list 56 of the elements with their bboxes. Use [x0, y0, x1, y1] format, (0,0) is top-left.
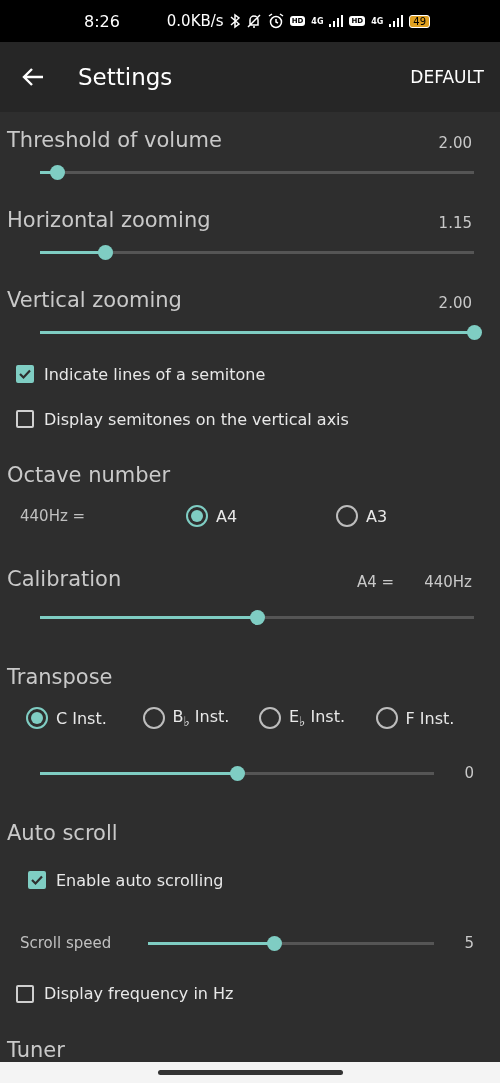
radio-button[interactable]: [336, 505, 358, 528]
radio-group-label: 440Hz =: [20, 507, 87, 526]
section-title: Tuner: [7, 1038, 66, 1062]
slider-thumb[interactable]: [467, 324, 482, 340]
slider-value: 5: [463, 934, 474, 953]
checkbox-label: Indicate lines of a semitone: [44, 364, 266, 384]
page-title: Settings: [78, 64, 174, 90]
section-title: Auto scroll: [7, 821, 119, 846]
slider-thumb[interactable]: [230, 765, 245, 781]
checkbox-label: Display semitones on the vertical axis: [44, 409, 349, 429]
alarm-icon: [267, 13, 284, 29]
slider-thumb[interactable]: [98, 244, 114, 260]
checkbox[interactable]: [16, 984, 34, 1003]
network-speed: 0.0KB/s: [166, 12, 224, 30]
setting-value: 2.00: [438, 294, 472, 312]
slider-thumb[interactable]: [266, 935, 282, 951]
network-type: 4G: [371, 16, 384, 26]
signal-icon: [329, 15, 344, 27]
setting-value: 1.15: [438, 214, 472, 232]
slider-label: Scroll speed: [20, 934, 113, 953]
checkbox[interactable]: [16, 365, 34, 384]
radio-button[interactable]: [26, 707, 48, 730]
radio-button[interactable]: [375, 707, 398, 730]
network-type: 4G: [311, 16, 324, 26]
setting-title: Vertical zooming: [7, 288, 183, 312]
checkbox[interactable]: [16, 410, 34, 428]
calibration-note: A4 =: [357, 573, 395, 592]
section-title: Octave number: [7, 463, 172, 488]
slider-thumb[interactable]: [50, 164, 66, 180]
radio-label: A3: [366, 506, 388, 526]
section-title: Calibration: [7, 567, 123, 592]
setting-title: Threshold of volume: [7, 128, 223, 152]
radio-button[interactable]: [142, 707, 165, 730]
default-button[interactable]: DEFAULT: [406, 63, 488, 91]
radio-label: B$_{♭}$ Inst.: [172, 707, 230, 730]
checkbox[interactable]: [28, 871, 46, 890]
radio-label: F Inst.: [405, 708, 455, 728]
setting-title: Horizontal zooming: [7, 208, 212, 232]
slider-thumb[interactable]: [250, 609, 265, 625]
bell-off-icon: [245, 13, 262, 29]
battery-level: 49: [409, 14, 430, 28]
slider-value: 0: [463, 764, 474, 783]
checkbox-label: Display frequency in Hz: [44, 984, 234, 1004]
bluetooth-icon: [229, 13, 240, 29]
calibration-note: 440Hz: [424, 573, 472, 592]
signal-icon: [389, 15, 404, 27]
checkbox-label: Enable auto scrolling: [56, 870, 224, 890]
back-arrow-icon[interactable]: [22, 67, 44, 87]
setting-value: 2.00: [438, 134, 472, 152]
section-title: Transpose: [7, 665, 114, 690]
radio-button[interactable]: [186, 505, 208, 528]
radio-label: A4: [216, 506, 238, 526]
radio-button[interactable]: [259, 707, 281, 730]
status-time: 8:26: [84, 11, 120, 31]
radio-label: C Inst.: [56, 708, 107, 728]
radio-label: E$_{♭}$ Inst.: [289, 707, 346, 730]
